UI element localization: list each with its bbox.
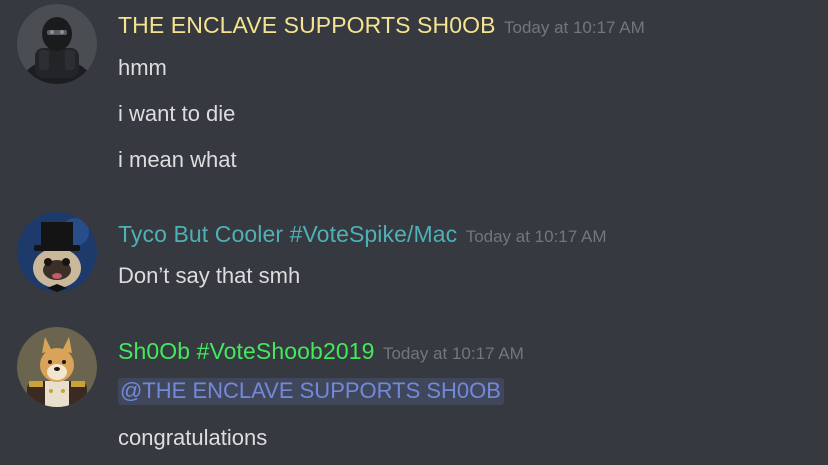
avatar[interactable]	[17, 212, 97, 292]
user-mention[interactable]: @THE ENCLAVE SUPPORTS SH0OB	[118, 378, 504, 405]
message-header: THE ENCLAVE SUPPORTS SH0OB Today at 10:1…	[118, 12, 645, 39]
username[interactable]: Sh0Ob #VoteShoob2019	[118, 338, 375, 364]
timestamp: Today at 10:17 AM	[382, 344, 524, 363]
message-text: @THE ENCLAVE SUPPORTS SH0OB	[118, 378, 504, 405]
timestamp: Today at 10:17 AM	[465, 227, 607, 246]
message-text: Don’t say that smh	[118, 263, 301, 288]
shiba-uniform-avatar-icon	[17, 327, 97, 407]
armored-soldier-avatar-icon	[17, 4, 97, 84]
message-text: i want to die	[118, 101, 236, 126]
pug-top-hat-avatar-icon	[17, 212, 97, 292]
message-header: Tyco But Cooler #VoteSpike/Mac Today at …	[118, 221, 607, 248]
username[interactable]: THE ENCLAVE SUPPORTS SH0OB	[118, 12, 496, 38]
timestamp: Today at 10:17 AM	[503, 18, 645, 37]
message-text: congratulations	[118, 425, 268, 450]
avatar[interactable]	[17, 327, 97, 407]
chat-message-list: THE ENCLAVE SUPPORTS SH0OB Today at 10:1…	[0, 0, 828, 465]
message-text: i mean what	[118, 147, 237, 172]
username[interactable]: Tyco But Cooler #VoteSpike/Mac	[118, 221, 457, 247]
avatar[interactable]	[17, 4, 97, 84]
message-text: hmm	[118, 55, 167, 80]
message-header: Sh0Ob #VoteShoob2019 Today at 10:17 AM	[118, 338, 524, 365]
